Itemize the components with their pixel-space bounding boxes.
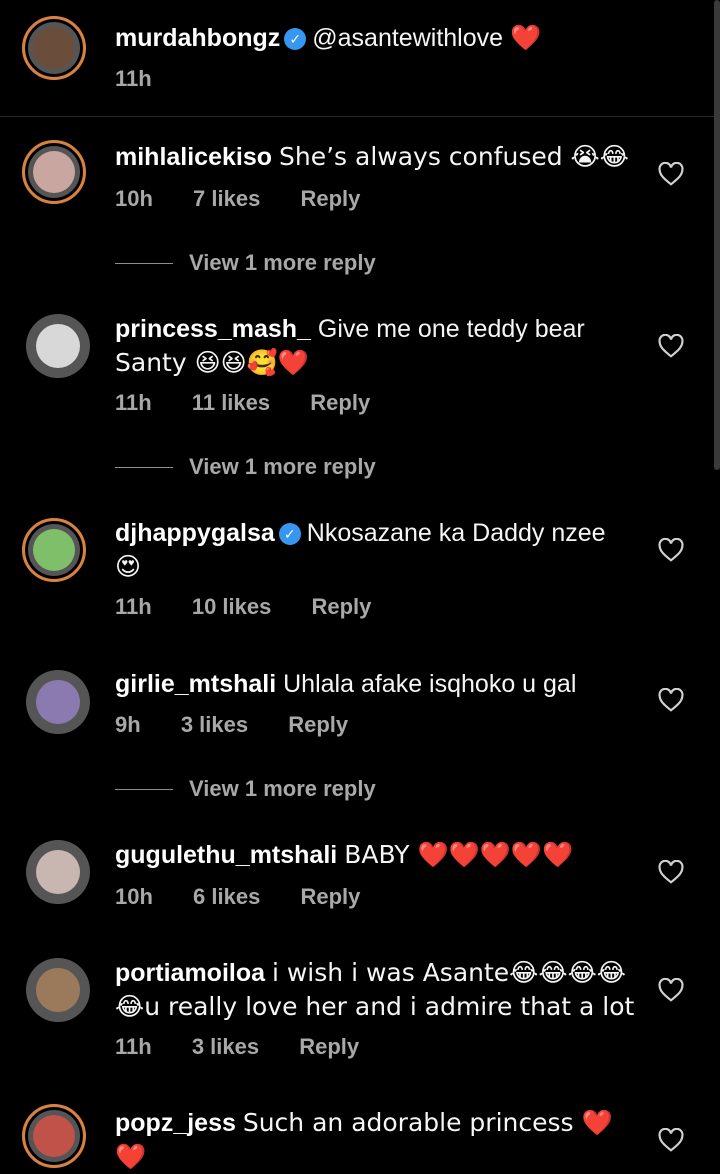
timestamp: 10h (115, 884, 153, 909)
comment-text: djhappygalsa ✓ Nkosazane ka Daddy nzee 😍 (115, 517, 640, 584)
like-count[interactable]: 10 likes (192, 594, 272, 619)
timestamp: 11h (115, 390, 152, 415)
username[interactable]: popz_jess (115, 1109, 236, 1137)
caption-text: murdahbongz ✓ @asantewithlove ❤️ (115, 22, 640, 55)
username[interactable]: gugulethu_mtshali (115, 841, 337, 869)
caption-body: @asantewithlove ❤️ (312, 24, 542, 52)
comment-body: BABY ❤️❤️❤️❤️❤️ (344, 840, 574, 869)
view-more-label: View 1 more reply (189, 776, 376, 801)
comment-body-line2: 😂u really love her and i admire that a l… (115, 992, 635, 1021)
avatar[interactable] (22, 1104, 86, 1168)
username[interactable]: portiamoiloa (115, 959, 265, 987)
comment-text: mihlalicekiso She’s always confused 😭😂 (115, 140, 640, 174)
divider (115, 263, 173, 264)
avatar[interactable] (22, 140, 86, 204)
comment-meta: 11h 11 likes Reply (115, 390, 404, 416)
comment-text: popz_jess Such an adorable princess ❤️❤️ (115, 1106, 640, 1174)
like-count[interactable]: 3 likes (181, 712, 248, 737)
timestamp: 11h (115, 1034, 152, 1059)
avatar[interactable] (26, 314, 90, 378)
comment-body: She’s always confused 😭😂 (278, 142, 629, 171)
heart-outline-icon[interactable] (658, 537, 684, 562)
like-count[interactable]: 7 likes (193, 186, 260, 211)
divider (115, 467, 173, 468)
username[interactable]: murdahbongz (115, 24, 280, 52)
comment-body: Uhlala afake isqhoko u gal (283, 670, 577, 698)
username[interactable]: mihlalicekiso (115, 143, 272, 171)
comment-meta: 11h 3 likes Reply (115, 1034, 393, 1060)
avatar[interactable] (26, 670, 90, 734)
like-count[interactable]: 11 likes (192, 390, 270, 415)
comment-meta: 10h 7 likes Reply (115, 186, 394, 212)
view-more-replies[interactable]: View 1 more reply (115, 454, 376, 480)
comment-body-line2: Santy 😆😆🥰❤️ (115, 348, 309, 377)
comment-body-line2: 😍 (115, 552, 142, 581)
heart-outline-icon[interactable] (658, 333, 684, 358)
view-more-replies[interactable]: View 1 more reply (115, 250, 376, 276)
reply-button[interactable]: Reply (300, 884, 360, 909)
heart-outline-icon[interactable] (658, 1127, 684, 1152)
avatar[interactable] (22, 16, 86, 80)
comment-body: Nkosazane ka Daddy nzee (306, 519, 606, 547)
comment-text: princess_mash_ Give me one teddy bear Sa… (115, 313, 640, 380)
post-caption: murdahbongz ✓ @asantewithlove ❤️ 11h (0, 0, 720, 117)
heart-outline-icon[interactable] (658, 977, 684, 1002)
avatar[interactable] (22, 518, 86, 582)
view-more-label: View 1 more reply (189, 454, 376, 479)
comment-meta: 9h 3 likes Reply (115, 712, 382, 738)
reply-button[interactable]: Reply (299, 1034, 359, 1059)
view-more-label: View 1 more reply (189, 250, 376, 275)
view-more-replies[interactable]: View 1 more reply (115, 776, 376, 802)
post-meta: 11h (115, 66, 186, 92)
timestamp: 11h (115, 66, 152, 91)
timestamp: 9h (115, 712, 141, 737)
username[interactable]: princess_mash_ (115, 315, 311, 343)
verified-badge-icon: ✓ (284, 28, 307, 50)
timestamp: 10h (115, 186, 153, 211)
reply-button[interactable]: Reply (300, 186, 360, 211)
divider (115, 789, 173, 790)
verified-badge-icon: ✓ (278, 523, 301, 545)
comment-meta: 10h 6 likes Reply (115, 884, 394, 910)
avatar[interactable] (26, 958, 90, 1022)
comment-text: portiamoiloa i wish i was Asante😂😂😂😂 😂u … (115, 956, 640, 1024)
heart-outline-icon[interactable] (658, 687, 684, 712)
avatar[interactable] (26, 840, 90, 904)
comment-text: gugulethu_mtshali BABY ❤️❤️❤️❤️❤️ (115, 838, 640, 872)
comment-meta: 11h 10 likes Reply (115, 594, 405, 620)
heart-outline-icon[interactable] (658, 859, 684, 884)
like-count[interactable]: 3 likes (192, 1034, 259, 1059)
comment-text: girlie_mtshali Uhlala afake isqhoko u ga… (115, 668, 640, 701)
timestamp: 11h (115, 594, 152, 619)
reply-button[interactable]: Reply (311, 594, 371, 619)
comment-body: i wish i was Asante😂😂😂😂 (271, 958, 627, 987)
username[interactable]: girlie_mtshali (115, 670, 276, 698)
like-count[interactable]: 6 likes (193, 884, 260, 909)
reply-button[interactable]: Reply (288, 712, 348, 737)
heart-outline-icon[interactable] (658, 161, 684, 186)
comment-body: Give me one teddy bear (317, 315, 585, 343)
reply-button[interactable]: Reply (310, 390, 370, 415)
username[interactable]: djhappygalsa (115, 519, 275, 547)
scrollbar[interactable] (714, 0, 720, 470)
